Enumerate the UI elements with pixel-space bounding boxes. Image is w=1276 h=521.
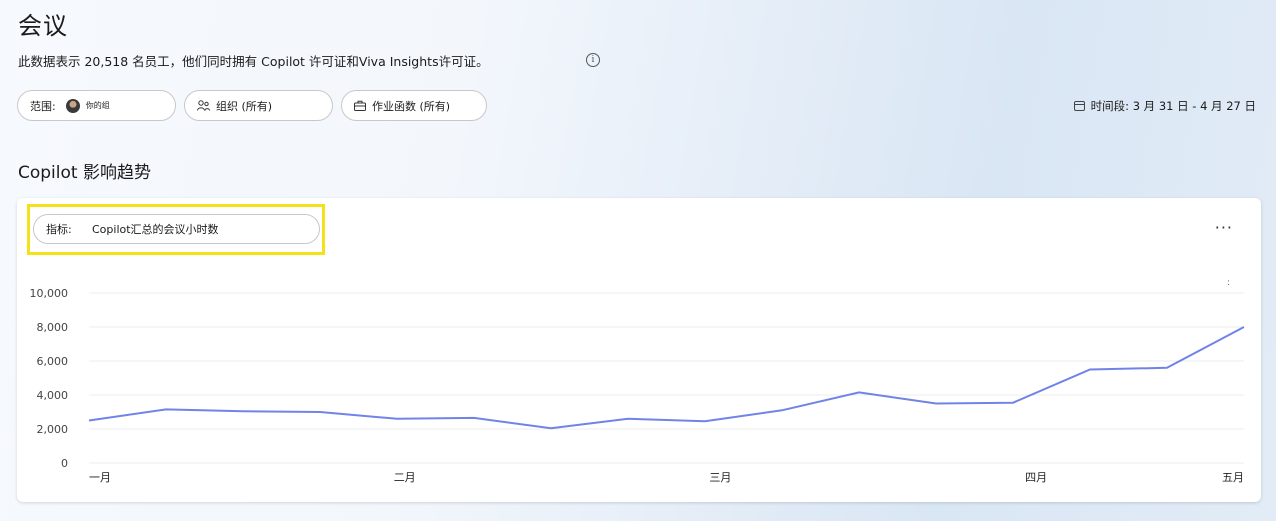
job-function-filter-button[interactable]: 作业函数 (所有): [341, 90, 487, 121]
y-tick-label: 6,000: [37, 355, 69, 368]
y-tick-label: 8,000: [37, 321, 69, 334]
job-function-filter-label: 作业函数 (所有): [372, 99, 451, 113]
avatar: [65, 98, 80, 113]
page-title: 会议: [18, 12, 68, 40]
briefcase-icon: [354, 100, 366, 111]
x-tick-label: 五月: [1222, 471, 1244, 484]
scope-label: 范围:: [30, 99, 56, 113]
y-tick-label: 2,000: [37, 423, 69, 436]
time-period-label: 时间段: 3 月 31 日 - 4 月 27 日: [1090, 99, 1256, 113]
people-icon: [197, 100, 210, 111]
x-tick-label: 三月: [709, 471, 731, 484]
info-icon[interactable]: i: [586, 53, 600, 67]
calendar-icon: [1073, 101, 1085, 111]
x-tick-label: 一月: [89, 471, 111, 484]
page-subtitle: 此数据表示 20,518 名员工，他们同时拥有 Copilot 许可证和Viva…: [18, 54, 489, 69]
time-period[interactable]: 时间段: 3 月 31 日 - 4 月 27 日: [1073, 98, 1256, 114]
trend-line-chart: 10,000 8,000 6,000 4,000 2,000 0 一月 二月 三月 四月 五月: [30, 287, 1245, 484]
x-tick-label: 二月: [394, 471, 416, 484]
y-axis-ticks: 10,000 8,000 6,000 4,000 2,000 0: [30, 287, 69, 470]
scope-filter-button[interactable]: 范围: 你的组: [17, 90, 176, 121]
scope-value: 你的组: [85, 101, 110, 110]
y-tick-label: 4,000: [37, 389, 69, 402]
series-line: [88, 326, 1245, 430]
trend-card: 指标: Copilot汇总的会议小时数 ··· : 10,000 8,000 6,0…: [17, 198, 1261, 502]
section-title: Copilot 影响趋势: [18, 163, 151, 183]
org-filter-label: 组织 (所有): [216, 99, 273, 113]
y-tick-label: 10,000: [30, 287, 69, 300]
x-axis-ticks: 一月 二月 三月 四月 五月: [89, 471, 1244, 484]
org-filter-button[interactable]: 组织 (所有): [184, 90, 333, 121]
y-tick-label: 0: [61, 457, 68, 470]
x-tick-label: 四月: [1025, 471, 1047, 484]
